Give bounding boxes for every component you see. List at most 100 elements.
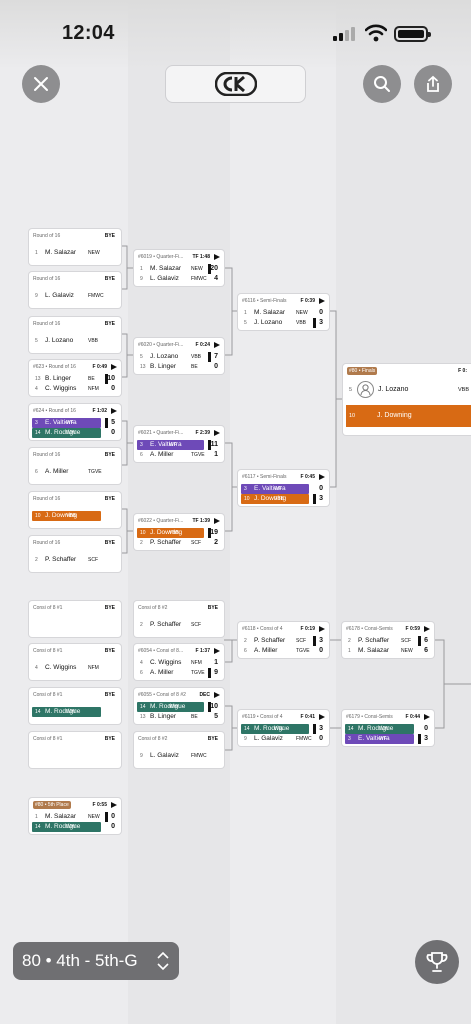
wrestler-row[interactable]: 14 M. Rodrigue WW bbox=[32, 707, 101, 717]
wrestler-row[interactable]: 1 M. Salazar NEW bbox=[32, 248, 118, 258]
wrestler-row[interactable]: 14 M. Rodrigue WW 0 bbox=[32, 822, 115, 832]
wrestler-row[interactable]: 4 C. Wiggins NFM bbox=[32, 663, 118, 673]
match-card[interactable]: #6119 • Consi of 4F 0:41 14 M. Rodrigue WW 3… bbox=[238, 710, 329, 746]
score: 0 bbox=[319, 647, 323, 654]
play-icon[interactable] bbox=[319, 626, 325, 632]
wrestler-row[interactable]: 9 L. Galaviz FMWC 4 bbox=[137, 274, 221, 284]
play-icon[interactable] bbox=[111, 364, 117, 370]
wrestler-name: E. Valtierra bbox=[150, 441, 182, 448]
match-card[interactable]: #6022 • Quarter-Fi... TF 1:39 10 J. Downing… bbox=[134, 514, 224, 550]
play-icon[interactable] bbox=[214, 254, 220, 260]
wrestler-row[interactable]: 2 P. Schaffer SCF bbox=[32, 555, 118, 565]
play-icon[interactable] bbox=[319, 298, 325, 304]
trophy-button[interactable] bbox=[415, 940, 459, 984]
match-card[interactable]: #6055 • Consi of 8 #2 DEC 14 M. Rodrigue WW 1… bbox=[134, 688, 224, 724]
match-card[interactable]: #6054 • Consi of 8... F 1:37 4 C. Wiggins NF… bbox=[134, 644, 224, 680]
wrestler-row[interactable]: 5 J. Lozano VBB bbox=[32, 336, 118, 346]
wrestler-row[interactable]: 6 A. Miller TGVE 0 bbox=[241, 646, 326, 656]
wrestler-name: L. Galaviz bbox=[254, 735, 283, 742]
match-card[interactable]: Round of 16 BYE 5 J. Lozano VBB bbox=[29, 317, 121, 353]
seed: 2 bbox=[140, 540, 143, 546]
seed: 6 bbox=[140, 452, 143, 458]
wrestler-row[interactable]: 9 L. Galaviz FMWC 0 bbox=[241, 734, 326, 744]
match-result: DEC bbox=[199, 692, 210, 698]
match-card[interactable]: Round of 16 BYE 9 L. Galaviz FMWC bbox=[29, 272, 121, 308]
wrestler-row[interactable]: 6 A. Miller TGVE bbox=[32, 467, 118, 477]
match-card[interactable]: Consi of 8 #1 BYE bbox=[29, 732, 121, 768]
match-card[interactable]: Round of 16 BYE 2 P. Schaffer SCF bbox=[29, 536, 121, 572]
match-card[interactable]: #624 • Round of 16 F 1:02 3 E. Valtierra WF 5… bbox=[29, 404, 121, 440]
score: 4 bbox=[214, 275, 218, 282]
play-icon[interactable] bbox=[214, 430, 220, 436]
seed: 4 bbox=[140, 660, 143, 666]
match-card[interactable]: #6179 • Consi-Semis F 0:44 14 M. Rodrigue WW… bbox=[342, 710, 434, 746]
wrestler-row[interactable]: 3 E. Valtierra WF 3 bbox=[345, 734, 428, 744]
winner-bar bbox=[208, 702, 211, 712]
wrestler-row[interactable]: 1 M. Salazar NEW 6 bbox=[345, 646, 431, 656]
seed: 14 bbox=[140, 704, 146, 710]
wrestler-row[interactable]: 10 J. Downing VBB 19 bbox=[137, 528, 218, 538]
play-icon[interactable] bbox=[214, 648, 220, 654]
team-code: TGVE bbox=[88, 469, 102, 475]
play-icon[interactable] bbox=[214, 692, 220, 698]
match-card[interactable]: #6117 • Semi-Finals F 0:45 3 E. Valtierra WF… bbox=[238, 470, 329, 506]
wrestler-row[interactable]: 14 M. Rodrigue WW 0 bbox=[345, 724, 428, 734]
wrestler-row[interactable]: 13 B. Linger BE 5 bbox=[137, 712, 221, 722]
play-icon[interactable] bbox=[214, 342, 220, 348]
play-icon[interactable] bbox=[424, 714, 430, 720]
match-card[interactable]: Round of 16 BYE 1 M. Salazar NEW bbox=[29, 229, 121, 265]
match-card[interactable]: #623 • Round of 16 F 0:49 13 B. Linger BE 10 4… bbox=[29, 360, 121, 396]
wrestler-row[interactable]: 3 E. Valtierra WF 5 bbox=[32, 418, 115, 428]
match-card[interactable]: #6178 • Consi-Semis F 0:59 2 P. Schaffer SCF… bbox=[342, 622, 434, 658]
match-card[interactable]: #6116 • Semi-Finals F 0:39 1 M. Salazar NEW 0… bbox=[238, 294, 329, 330]
wrestler-row[interactable]: 14 M. Rodrigue WW 10 bbox=[137, 702, 218, 712]
wrestler-row[interactable]: 10 J. Downing bbox=[346, 405, 471, 427]
match-card[interactable]: #80 • 5th Place F 0:55 1 M. Salazar NEW 0 14 M.… bbox=[29, 798, 121, 834]
play-icon[interactable] bbox=[214, 518, 220, 524]
seed: 9 bbox=[140, 753, 143, 759]
round-label: #6021 • Quarter-Fi... bbox=[138, 430, 184, 436]
score: 0 bbox=[111, 823, 115, 830]
wrestler-row[interactable]: 13 B. Linger BE 0 bbox=[137, 362, 221, 372]
match-card[interactable]: #6021 • Quarter-Fi... F 2:39 3 E. Valtierra… bbox=[134, 426, 224, 462]
play-icon[interactable] bbox=[319, 474, 325, 480]
match-card[interactable]: #6118 • Consi of 4F 0:19 2 P. Schaffer SCF 3… bbox=[238, 622, 329, 658]
wrestler-row[interactable]: 14 M. Rodrigue WW 0 bbox=[32, 428, 115, 438]
match-card[interactable]: #6019 • Quarter-Fi... TF 1:48 1 M. Salazar N… bbox=[134, 250, 224, 286]
wrestler-row[interactable]: 14 M. Rodrigue WW 3 bbox=[241, 724, 323, 734]
match-card[interactable]: Consi of 8 #2 BYE 2 P. Schaffer SCF bbox=[134, 601, 224, 637]
wrestler-row[interactable]: 9 L. Galaviz FMWC bbox=[137, 751, 221, 761]
wrestler-row[interactable]: 3 E. Valtierra WF 0 bbox=[241, 484, 323, 494]
round-label: #6178 • Consi-Semis bbox=[346, 626, 393, 632]
wrestler-row[interactable]: 10 J. Downing VBB bbox=[32, 511, 101, 521]
final-card[interactable]: #80 • Finals F 0: 5 J. Lozano VBB 10 J. Downin… bbox=[343, 364, 471, 435]
wrestler-row[interactable]: 3 E. Valtierra WF 11 bbox=[137, 440, 218, 450]
match-card[interactable]: Round of 16 BYE 6 A. Miller TGVE bbox=[29, 448, 121, 484]
wrestler-row[interactable]: 5 J. Lozano VBB bbox=[347, 380, 471, 400]
play-icon[interactable] bbox=[111, 802, 117, 808]
play-icon[interactable] bbox=[424, 626, 430, 632]
score: 2 bbox=[214, 539, 218, 546]
wrestler-row[interactable]: 10 J. Downing VBB 3 bbox=[241, 494, 323, 504]
round-label: Round of 16 bbox=[33, 452, 61, 458]
wrestler-row[interactable]: 2 P. Schaffer SCF bbox=[137, 620, 221, 630]
score: 6 bbox=[424, 647, 428, 654]
match-card[interactable]: Consi of 8 #1 BYE bbox=[29, 601, 121, 637]
weight-class-selector[interactable]: 80 • 4th - 5th-G bbox=[13, 942, 179, 980]
match-card[interactable]: Consi of 8 #2 BYE 9 L. Galaviz FMWC bbox=[134, 732, 224, 768]
match-card[interactable]: Consi of 8 #1 BYE 4 C. Wiggins NFM bbox=[29, 644, 121, 680]
bye-label: BYE bbox=[104, 605, 115, 611]
wrestler-row[interactable]: 4 C. Wiggins NFM 0 bbox=[32, 384, 118, 394]
wrestler-row[interactable]: 6 A. Miller TGVE 1 bbox=[137, 450, 221, 460]
wrestler-name: P. Schaffer bbox=[150, 539, 182, 546]
match-card[interactable]: Consi of 8 #1 BYE 14 M. Rodrigue WW bbox=[29, 688, 121, 724]
match-card[interactable]: #6020 • Quarter-Fi... F 0:24 5 J. Lozano VBB… bbox=[134, 338, 224, 374]
play-icon[interactable] bbox=[319, 714, 325, 720]
wrestler-row[interactable]: 1 M. Salazar NEW 0 bbox=[241, 308, 326, 318]
match-card[interactable]: Round of 16 BYE 10 J. Downing VBB bbox=[29, 492, 121, 528]
wrestler-name: L. Galaviz bbox=[150, 275, 179, 282]
wrestler-row[interactable]: 4 C. Wiggins NFM 1 bbox=[137, 658, 221, 668]
wrestler-row[interactable]: 9 L. Galaviz FMWC bbox=[32, 291, 118, 301]
wrestler-row[interactable]: 2 P. Schaffer SCF 2 bbox=[137, 538, 221, 548]
play-icon[interactable] bbox=[111, 408, 117, 414]
